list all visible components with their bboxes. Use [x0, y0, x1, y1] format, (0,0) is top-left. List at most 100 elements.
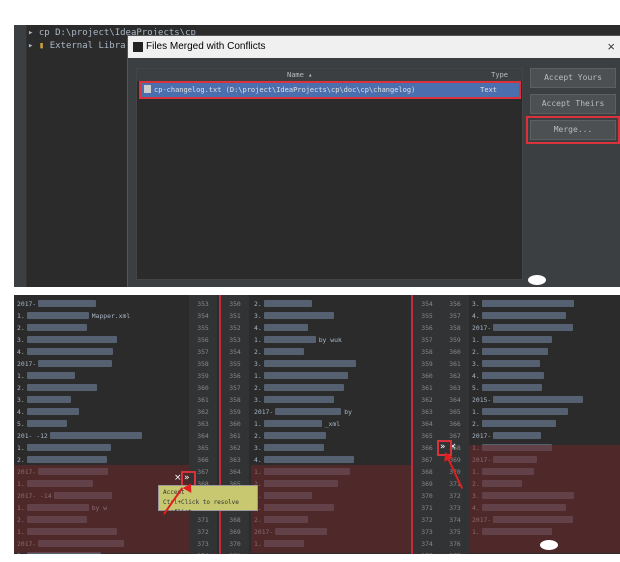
code-line: 2.: [469, 346, 620, 358]
code-line: 2.: [251, 346, 411, 358]
right-gutter-a: 354 355 356 357 358 359 360 361 362 363 364 365 366 3…: [413, 295, 441, 554]
accept-theirs-button[interactable]: Accept Theirs: [530, 94, 616, 114]
line-number: 362: [421, 396, 433, 404]
code-line-prefix: 3.: [254, 444, 262, 452]
blurred-text: [26, 312, 89, 319]
code-line-prefix: 2017-: [472, 432, 492, 440]
blurred-text: [26, 372, 75, 379]
right-pane-theirs[interactable]: 3.4.2017-1.2.3.4.5.2015-1.2.2017-1.2017-…: [469, 295, 620, 554]
code-line: 2.: [14, 382, 189, 394]
column-header-name[interactable]: Name ▴: [287, 69, 312, 81]
code-line-prefix: 1.: [472, 408, 480, 416]
code-line: 2.: [14, 322, 189, 334]
row-file-name: cp-changelog.txt (D:\project\IdeaProject…: [154, 86, 416, 94]
blurred-text: [263, 396, 334, 403]
watermark-paw-icon: [528, 275, 546, 285]
code-line: 3.: [251, 310, 411, 322]
blurred-text: [263, 384, 344, 391]
line-number: 355: [197, 324, 209, 332]
line-number: 357: [449, 312, 461, 320]
code-line: 2.: [469, 418, 620, 430]
blurred-text: [263, 312, 334, 319]
code-line-prefix: 1.: [17, 444, 25, 452]
blurred-text: [26, 396, 71, 403]
code-line-prefix: 2.: [17, 456, 25, 464]
code-line-prefix: 2.: [17, 384, 25, 392]
code-line-prefix: 1.: [254, 372, 262, 380]
code-line: 5.: [14, 418, 189, 430]
line-number: 350: [229, 300, 241, 308]
code-line: 3.: [251, 394, 411, 406]
line-number: 357: [421, 336, 433, 344]
line-number: 362: [449, 372, 461, 380]
line-number: 360: [449, 348, 461, 356]
blurred-text: [26, 456, 107, 463]
code-line-prefix: 1.: [17, 372, 25, 380]
code-line: 1.: [14, 370, 189, 382]
blurred-text: [263, 360, 356, 367]
line-number: 374: [189, 550, 217, 554]
blurred-text: [481, 312, 566, 319]
line-number: 375: [449, 528, 461, 536]
line-number: 377: [441, 550, 469, 554]
line-number: 352: [229, 324, 241, 332]
code-line: 3.: [251, 358, 411, 370]
code-line-prefix: 4.: [254, 324, 262, 332]
code-line-prefix: 201- -12: [17, 432, 48, 440]
blurred-text: [481, 348, 548, 355]
code-line: 2.: [251, 430, 411, 442]
line-number: 366: [197, 456, 209, 464]
blurred-text: [275, 408, 342, 415]
code-line-prefix: 3.: [254, 396, 262, 404]
code-line: 1.: [14, 442, 189, 454]
line-number: 372: [421, 516, 433, 524]
line-number: 354: [229, 348, 241, 356]
code-line-prefix: 3.: [472, 360, 480, 368]
accept-yours-button[interactable]: Accept Yours: [530, 68, 616, 88]
dialog-titlebar: Files Merged with Conflicts ×: [128, 36, 620, 58]
column-header-type[interactable]: Type: [491, 69, 508, 81]
tool-window-strip[interactable]: [14, 25, 27, 287]
text-file-icon: [144, 85, 151, 93]
dialog-button-column: Accept Yours Accept Theirs Merge...: [526, 68, 620, 146]
code-line: 2.: [251, 298, 411, 310]
code-fragment: Mapper.xml: [91, 312, 131, 320]
blurred-text: [26, 444, 111, 451]
code-line: 1. by wuk: [251, 334, 411, 346]
line-number: 371: [221, 550, 249, 554]
code-line: 3.: [14, 394, 189, 406]
blurred-text: [263, 444, 324, 451]
line-number: 362: [229, 444, 241, 452]
code-line-prefix: 2.: [17, 324, 25, 332]
code-line-prefix: 5.: [17, 420, 25, 428]
code-line: 5.: [469, 382, 620, 394]
line-number: 356: [197, 336, 209, 344]
blurred-text: [26, 420, 67, 427]
blurred-text: [263, 300, 312, 307]
line-number: 368: [421, 468, 433, 476]
code-line: 1. _xml: [251, 418, 411, 430]
blurred-text: [263, 348, 304, 355]
blurred-text: [493, 432, 542, 439]
code-line-prefix: 2.: [254, 384, 262, 392]
center-pane-result[interactable]: 2. 3. 4. 1. by wuk 2. 3. 1. 2. 3. 2017- by 1. _xml 2. 3…: [251, 295, 411, 554]
code-line: 2.: [251, 382, 411, 394]
code-line-prefix: 2.: [472, 348, 480, 356]
line-number: 360: [229, 420, 241, 428]
line-number: 362: [197, 408, 209, 416]
code-line: 3.: [251, 442, 411, 454]
code-line-prefix: 2.: [254, 300, 262, 308]
blurred-text: [481, 360, 540, 367]
close-icon[interactable]: ×: [607, 36, 615, 58]
code-line-prefix: 4.: [254, 456, 262, 464]
blurred-text: [481, 372, 544, 379]
watermark-paw-icon: [540, 540, 558, 550]
merge-button[interactable]: Merge...: [526, 116, 620, 144]
line-number: 353: [197, 300, 209, 308]
code-line-prefix: 1.: [254, 336, 262, 344]
line-number: 361: [197, 396, 209, 404]
line-number: 357: [197, 348, 209, 356]
code-line-prefix: 1.: [254, 420, 262, 428]
table-row[interactable]: cp-changelog.txt (D:\project\IdeaProject…: [139, 81, 521, 99]
line-number: 372: [449, 492, 461, 500]
